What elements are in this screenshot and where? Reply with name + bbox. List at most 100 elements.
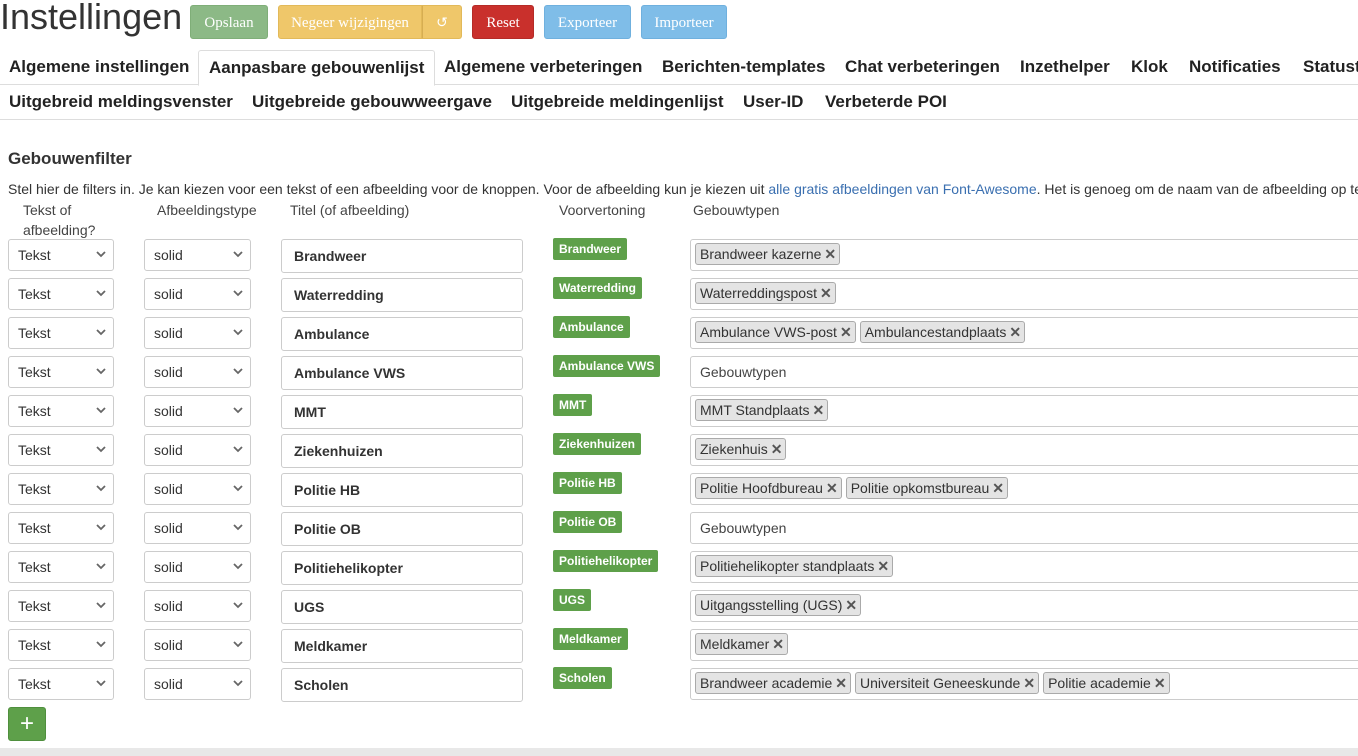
remove-tag-icon[interactable]: ✕ bbox=[992, 478, 1004, 498]
title-input[interactable]: Politiehelikopter bbox=[281, 551, 523, 585]
type-select[interactable]: Tekst bbox=[8, 317, 114, 349]
style-select[interactable]: solid bbox=[144, 473, 251, 505]
preview-button[interactable]: Politie OB bbox=[553, 511, 623, 533]
title-input[interactable]: Ziekenhuizen bbox=[281, 434, 523, 468]
title-input[interactable]: Scholen bbox=[281, 668, 523, 702]
reset-button[interactable]: Reset bbox=[472, 5, 534, 39]
title-input[interactable]: Politie OB bbox=[281, 512, 523, 546]
preview-button[interactable]: Ambulance VWS bbox=[553, 355, 661, 377]
building-types-select[interactable]: Brandweer academie ✕ Universiteit Geneesku… bbox=[690, 668, 1358, 700]
tab-berichten-templates[interactable]: Berichten-templates bbox=[662, 50, 825, 84]
tab-algemene-verbeteringen[interactable]: Algemene verbeteringen bbox=[444, 50, 642, 84]
style-select[interactable]: solid bbox=[144, 590, 251, 622]
title-input[interactable]: Ambulance bbox=[281, 317, 523, 351]
preview-button[interactable]: Ziekenhuizen bbox=[553, 433, 642, 455]
building-types-select[interactable]: Brandweer kazerne ✕ bbox=[690, 239, 1358, 271]
remove-tag-icon[interactable]: ✕ bbox=[835, 673, 847, 693]
type-select[interactable]: Tekst bbox=[8, 590, 114, 622]
style-select[interactable]: solid bbox=[144, 395, 251, 427]
building-types-select[interactable]: Ambulance VWS-post ✕ Ambulancestandplaats ✕ bbox=[690, 317, 1358, 349]
style-select[interactable]: solid bbox=[144, 239, 251, 271]
building-types-select[interactable]: MMT Standplaats ✕ bbox=[690, 395, 1358, 427]
remove-tag-icon[interactable]: ✕ bbox=[840, 322, 852, 342]
title-input[interactable]: Meldkamer bbox=[281, 629, 523, 663]
style-select[interactable]: solid bbox=[144, 356, 251, 388]
building-types-select[interactable]: Waterreddingspost ✕ bbox=[690, 278, 1358, 310]
building-types-select[interactable]: Politie Hoofdbureau ✕ Politie opkomstburea… bbox=[690, 473, 1358, 505]
remove-tag-icon[interactable]: ✕ bbox=[826, 478, 838, 498]
tab-verbeterde-poi[interactable]: Verbeterde POI bbox=[825, 85, 947, 119]
font-awesome-link[interactable]: alle gratis afbeeldingen van Font-Awesom… bbox=[768, 181, 1036, 197]
type-select[interactable]: Tekst bbox=[8, 629, 114, 661]
preview-button[interactable]: Politiehelikopter bbox=[553, 550, 659, 572]
tab-aanpasbare-gebouwenlijst[interactable]: Aanpasbare gebouwenlijst bbox=[198, 50, 436, 86]
tab-chat-verbeteringen[interactable]: Chat verbeteringen bbox=[845, 50, 1000, 84]
building-types-select[interactable]: Politiehelikopter standplaats ✕ bbox=[690, 551, 1358, 583]
type-select[interactable]: Tekst bbox=[8, 395, 114, 427]
remove-tag-icon[interactable]: ✕ bbox=[1023, 673, 1035, 693]
add-row-button[interactable]: + bbox=[8, 707, 46, 741]
tab-statust[interactable]: Statust bbox=[1303, 50, 1358, 84]
type-select[interactable]: Tekst bbox=[8, 551, 114, 583]
import-button[interactable]: Importeer bbox=[641, 5, 727, 39]
preview-button[interactable]: Waterredding bbox=[553, 277, 642, 299]
building-types-select[interactable]: Meldkamer ✕ bbox=[690, 629, 1358, 661]
type-select[interactable]: Tekst bbox=[8, 239, 114, 271]
title-input[interactable]: Politie HB bbox=[281, 473, 523, 507]
column-header-type: Tekst of afbeelding? bbox=[23, 202, 96, 238]
tab-user-id[interactable]: User-ID bbox=[743, 85, 803, 119]
preview-button[interactable]: MMT bbox=[553, 394, 593, 416]
preview-button[interactable]: Meldkamer bbox=[553, 628, 628, 650]
building-types-select[interactable]: Ziekenhuis ✕ bbox=[690, 434, 1358, 466]
style-select-value: solid bbox=[154, 481, 183, 497]
tab-inzethelper[interactable]: Inzethelper bbox=[1020, 50, 1110, 84]
type-select[interactable]: Tekst bbox=[8, 278, 114, 310]
type-select[interactable]: Tekst bbox=[8, 512, 114, 544]
type-select[interactable]: Tekst bbox=[8, 434, 114, 466]
preview-button[interactable]: UGS bbox=[553, 589, 592, 611]
title-input[interactable]: Brandweer bbox=[281, 239, 523, 273]
remove-tag-icon[interactable]: ✕ bbox=[824, 244, 836, 264]
preview-button[interactable]: Ambulance bbox=[553, 316, 630, 338]
export-button[interactable]: Exporteer bbox=[544, 5, 631, 39]
tab-uitgebreide-meldingenlijst[interactable]: Uitgebreide meldingenlijst bbox=[511, 85, 724, 119]
title-input[interactable]: UGS bbox=[281, 590, 523, 624]
save-button[interactable]: Opslaan bbox=[190, 5, 268, 39]
type-select[interactable]: Tekst bbox=[8, 668, 114, 700]
remove-tag-icon[interactable]: ✕ bbox=[1009, 322, 1021, 342]
style-select[interactable]: solid bbox=[144, 551, 251, 583]
style-select[interactable]: solid bbox=[144, 317, 251, 349]
style-select[interactable]: solid bbox=[144, 629, 251, 661]
style-select[interactable]: solid bbox=[144, 512, 251, 544]
style-select[interactable]: solid bbox=[144, 668, 251, 700]
preview-button[interactable]: Brandweer bbox=[553, 238, 628, 260]
filter-row: Tekst solid Brandweer Brandweer Brandweer ka… bbox=[0, 238, 1358, 273]
title-input[interactable]: MMT bbox=[281, 395, 523, 429]
building-types-select[interactable]: Gebouwtypen bbox=[690, 512, 1358, 544]
remove-tag-icon[interactable]: ✕ bbox=[820, 283, 832, 303]
title-input[interactable]: Waterredding bbox=[281, 278, 523, 312]
style-select[interactable]: solid bbox=[144, 434, 251, 466]
type-select[interactable]: Tekst bbox=[8, 473, 114, 505]
remove-tag-icon[interactable]: ✕ bbox=[1154, 673, 1166, 693]
building-types-select[interactable]: Gebouwtypen bbox=[690, 356, 1358, 388]
remove-tag-icon[interactable]: ✕ bbox=[877, 556, 889, 576]
remove-tag-icon[interactable]: ✕ bbox=[812, 400, 824, 420]
style-select-value: solid bbox=[154, 559, 183, 575]
preview-button[interactable]: Scholen bbox=[553, 667, 612, 689]
title-input[interactable]: Ambulance VWS bbox=[281, 356, 523, 390]
tab-klok[interactable]: Klok bbox=[1131, 50, 1168, 84]
history-button[interactable]: ↺ bbox=[422, 5, 462, 39]
type-select[interactable]: Tekst bbox=[8, 356, 114, 388]
tab-uitgebreide-gebouwweergave[interactable]: Uitgebreide gebouwweergave bbox=[252, 85, 492, 119]
style-select[interactable]: solid bbox=[144, 278, 251, 310]
building-types-select[interactable]: Uitgangsstelling (UGS) ✕ bbox=[690, 590, 1358, 622]
tab-notificaties[interactable]: Notificaties bbox=[1189, 50, 1281, 84]
tab-uitgebreid-meldingsvenster[interactable]: Uitgebreid meldingsvenster bbox=[9, 85, 233, 119]
remove-tag-icon[interactable]: ✕ bbox=[771, 439, 783, 459]
ignore-changes-button[interactable]: Negeer wijzigingen bbox=[278, 5, 422, 39]
remove-tag-icon[interactable]: ✕ bbox=[845, 595, 857, 615]
tab-algemene-instellingen[interactable]: Algemene instellingen bbox=[9, 50, 189, 84]
remove-tag-icon[interactable]: ✕ bbox=[772, 634, 784, 654]
preview-button[interactable]: Politie HB bbox=[553, 472, 622, 494]
